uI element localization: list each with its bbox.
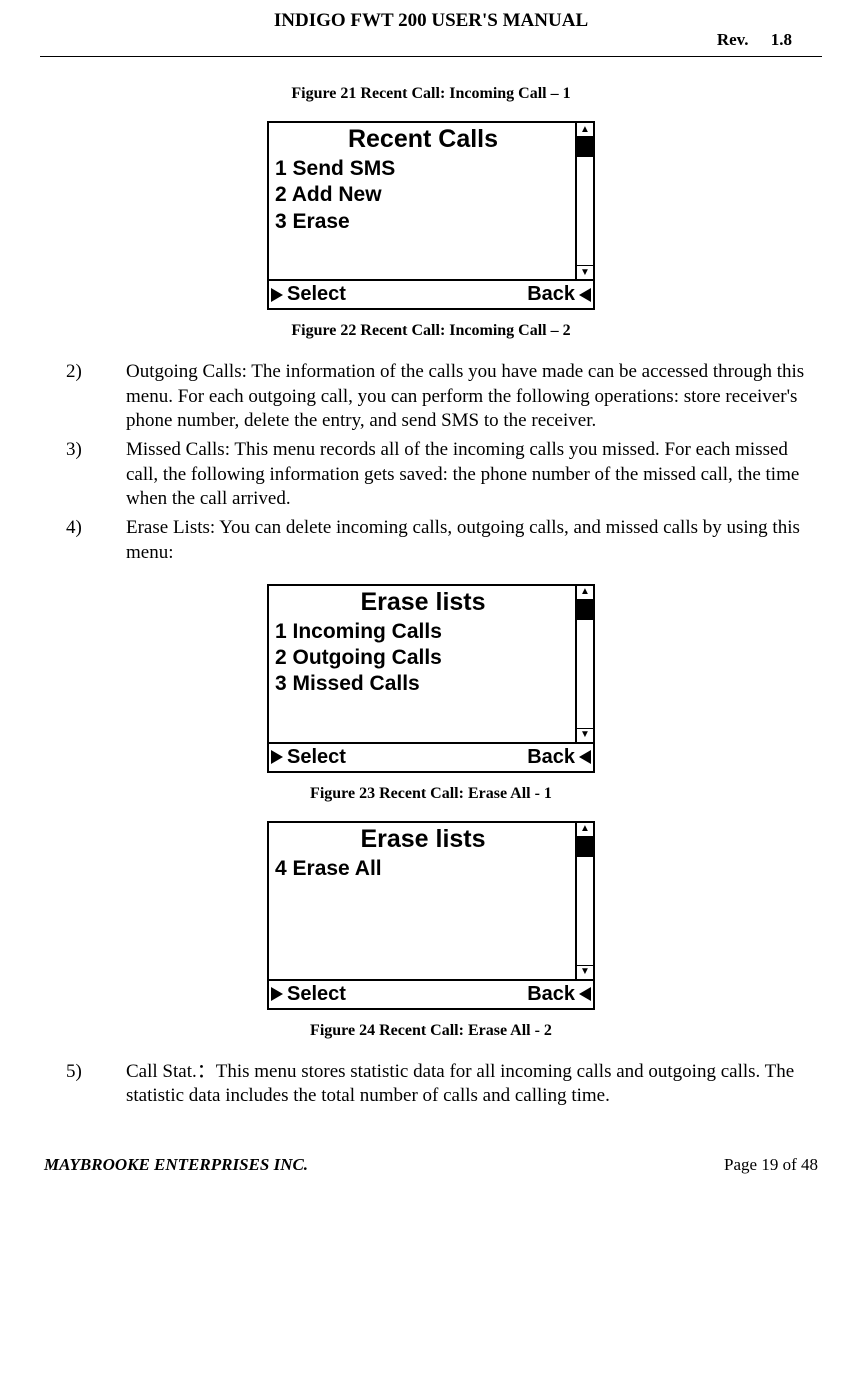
scroll-thumb[interactable] bbox=[577, 137, 593, 157]
menu-item[interactable]: 2 Outgoing Calls bbox=[275, 645, 571, 671]
softkey-back-label: Back bbox=[527, 983, 575, 1006]
header-rule bbox=[40, 56, 822, 57]
triangle-left-icon bbox=[579, 987, 591, 1001]
phone-main: Erase lists 1 Incoming Calls 2 Outgoing … bbox=[269, 586, 593, 742]
list-item: 4)Erase Lists: You can delete incoming c… bbox=[96, 516, 822, 565]
softkey-back[interactable]: Back bbox=[527, 983, 591, 1006]
scroll-track[interactable] bbox=[577, 600, 593, 728]
list-item: 3)Missed Calls: This menu records all of… bbox=[96, 438, 822, 512]
menu-item[interactable]: 1 Send SMS bbox=[275, 156, 571, 182]
triangle-right-icon bbox=[271, 288, 283, 302]
scroll-down-icon[interactable]: ▼ bbox=[577, 728, 593, 742]
figure-23-caption: Figure 23 Recent Call: Erase All - 1 bbox=[40, 785, 822, 803]
body-list-a: 2)Outgoing Calls: The information of the… bbox=[40, 360, 822, 566]
softkey-select[interactable]: Select bbox=[271, 746, 346, 769]
scroll-up-icon[interactable]: ▲ bbox=[577, 586, 593, 600]
footer-page: Page 19 of 48 bbox=[724, 1155, 818, 1175]
figure-24-caption: Figure 24 Recent Call: Erase All - 2 bbox=[40, 1022, 822, 1040]
scroll-track[interactable] bbox=[577, 137, 593, 265]
body-list-b: 5)Call Stat.：This menu stores statistic … bbox=[40, 1060, 822, 1109]
screen-title: Recent Calls bbox=[275, 125, 571, 154]
rev-value: 1.8 bbox=[771, 30, 792, 49]
menu-item[interactable]: 4 Erase All bbox=[275, 856, 571, 882]
list-text: Erase Lists: You can delete incoming cal… bbox=[126, 517, 800, 563]
scroll-track[interactable] bbox=[577, 837, 593, 965]
list-num: 3) bbox=[96, 438, 126, 463]
softkey-select-label: Select bbox=[287, 746, 346, 769]
rev-label: Rev. bbox=[717, 30, 749, 49]
softkey-back-label: Back bbox=[527, 283, 575, 306]
phone-screen-erase-lists-1: Erase lists 1 Incoming Calls 2 Outgoing … bbox=[267, 584, 595, 773]
softkey-back-label: Back bbox=[527, 746, 575, 769]
screen-title: Erase lists bbox=[275, 588, 571, 617]
list-num: 4) bbox=[96, 516, 126, 541]
menu-item[interactable]: 3 Erase bbox=[275, 209, 571, 235]
softkey-select-label: Select bbox=[287, 283, 346, 306]
triangle-right-icon bbox=[271, 750, 283, 764]
scroll-down-icon[interactable]: ▼ bbox=[577, 265, 593, 279]
softkey-select-label: Select bbox=[287, 983, 346, 1006]
menu-item[interactable]: 2 Add New bbox=[275, 182, 571, 208]
triangle-right-icon bbox=[271, 987, 283, 1001]
phone-content: Erase lists 1 Incoming Calls 2 Outgoing … bbox=[269, 586, 575, 742]
scroll-up-icon[interactable]: ▲ bbox=[577, 823, 593, 837]
softkey-bar: Select Back bbox=[269, 279, 593, 308]
scroll-down-icon[interactable]: ▼ bbox=[577, 965, 593, 979]
list-text: Call Stat.：This menu stores statistic da… bbox=[126, 1061, 794, 1107]
phone-screen-erase-lists-2: Erase lists 4 Erase All ▲ ▼ Select Back bbox=[267, 821, 595, 1010]
menu-item[interactable]: 3 Missed Calls bbox=[275, 671, 571, 697]
softkey-bar: Select Back bbox=[269, 979, 593, 1008]
figure-22-caption: Figure 22 Recent Call: Incoming Call – 2 bbox=[40, 322, 822, 340]
scroll-thumb[interactable] bbox=[577, 600, 593, 620]
page-footer: MAYBROOKE ENTERPRISES INC. Page 19 of 48 bbox=[40, 1155, 822, 1175]
phone-main: Erase lists 4 Erase All ▲ ▼ bbox=[269, 823, 593, 979]
phone-main: Recent Calls 1 Send SMS 2 Add New 3 Eras… bbox=[269, 123, 593, 279]
menu-item[interactable]: 1 Incoming Calls bbox=[275, 619, 571, 645]
phone-content: Erase lists 4 Erase All bbox=[269, 823, 575, 979]
softkey-bar: Select Back bbox=[269, 742, 593, 771]
list-item: 5)Call Stat.：This menu stores statistic … bbox=[96, 1060, 822, 1109]
scroll-thumb[interactable] bbox=[577, 837, 593, 857]
triangle-left-icon bbox=[579, 750, 591, 764]
list-item: 2)Outgoing Calls: The information of the… bbox=[96, 360, 822, 434]
softkey-select[interactable]: Select bbox=[271, 983, 346, 1006]
softkey-back[interactable]: Back bbox=[527, 746, 591, 769]
scrollbar[interactable]: ▲ ▼ bbox=[575, 823, 593, 979]
figure-21-caption: Figure 21 Recent Call: Incoming Call – 1 bbox=[40, 85, 822, 103]
list-num: 2) bbox=[96, 360, 126, 385]
list-text: Outgoing Calls: The information of the c… bbox=[126, 361, 804, 431]
list-num: 5) bbox=[96, 1060, 126, 1085]
footer-company: MAYBROOKE ENTERPRISES INC. bbox=[44, 1155, 308, 1175]
revision-line: Rev. 1.8 bbox=[40, 30, 822, 50]
list-text: Missed Calls: This menu records all of t… bbox=[126, 439, 799, 509]
scroll-up-icon[interactable]: ▲ bbox=[577, 123, 593, 137]
phone-screen-recent-calls: Recent Calls 1 Send SMS 2 Add New 3 Eras… bbox=[267, 121, 595, 310]
screen-title: Erase lists bbox=[275, 825, 571, 854]
softkey-back[interactable]: Back bbox=[527, 283, 591, 306]
triangle-left-icon bbox=[579, 288, 591, 302]
softkey-select[interactable]: Select bbox=[271, 283, 346, 306]
phone-content: Recent Calls 1 Send SMS 2 Add New 3 Eras… bbox=[269, 123, 575, 279]
scrollbar[interactable]: ▲ ▼ bbox=[575, 586, 593, 742]
scrollbar[interactable]: ▲ ▼ bbox=[575, 123, 593, 279]
